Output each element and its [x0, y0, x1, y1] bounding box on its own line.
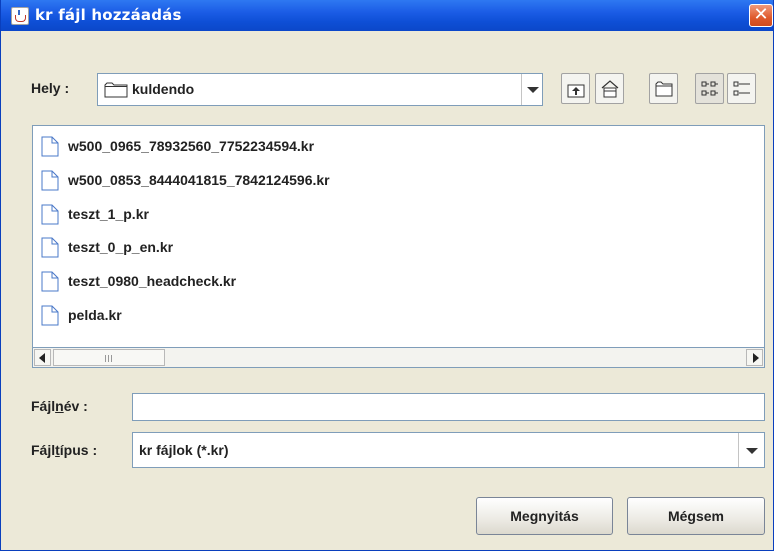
file-list[interactable]: w500_0965_78932560_7752234594.kr w500_08… [32, 125, 765, 348]
file-chooser-dialog: kr fájl hozzáadás ✕ Hely : kuldendo w500… [0, 0, 774, 551]
filename-input[interactable] [132, 393, 765, 421]
close-button[interactable]: ✕ [749, 4, 773, 27]
list-view-toggle[interactable] [695, 73, 724, 104]
scroll-thumb[interactable] [53, 349, 165, 366]
java-cup-icon [11, 7, 29, 25]
chevron-left-icon [39, 353, 45, 363]
location-value: kuldendo [132, 81, 195, 97]
chevron-right-icon [753, 353, 759, 363]
details-view-toggle[interactable] [727, 73, 756, 104]
file-name: teszt_0980_headcheck.kr [68, 273, 237, 289]
file-name: w500_0965_78932560_7752234594.kr [68, 138, 315, 154]
cancel-button[interactable]: Mégsem [627, 497, 765, 535]
folder-icon [104, 82, 128, 102]
file-icon [41, 170, 59, 195]
title-bar[interactable]: kr fájl hozzáadás ✕ [1, 0, 773, 31]
scroll-right-button[interactable] [746, 349, 763, 366]
filename-label: Fájlnév : [31, 398, 88, 414]
window-title: kr fájl hozzáadás [35, 6, 182, 24]
chevron-down-icon[interactable] [738, 433, 764, 467]
file-icon [41, 271, 59, 296]
file-name: pelda.kr [68, 307, 122, 323]
horizontal-scrollbar[interactable] [32, 348, 765, 368]
chevron-down-icon[interactable] [521, 74, 542, 105]
file-icon [41, 237, 59, 262]
location-label: Hely : [31, 80, 70, 96]
open-button[interactable]: Megnyitás [476, 497, 613, 535]
file-icon [41, 204, 59, 229]
scroll-left-button[interactable] [34, 349, 51, 366]
home-button[interactable] [595, 73, 624, 104]
filetype-label: Fájltípus : [31, 442, 98, 458]
file-icon [41, 305, 59, 330]
location-combo[interactable]: kuldendo [97, 73, 543, 106]
new-folder-button[interactable] [649, 73, 678, 104]
up-one-level-button[interactable] [561, 73, 590, 104]
filetype-combo[interactable]: kr fájlok (*.kr) [132, 432, 765, 468]
file-name: teszt_0_p_en.kr [68, 239, 174, 255]
file-icon [41, 136, 59, 161]
file-name: w500_0853_8444041815_7842124596.kr [68, 172, 330, 188]
file-name: teszt_1_p.kr [68, 206, 149, 222]
filetype-value: kr fájlok (*.kr) [139, 442, 229, 458]
